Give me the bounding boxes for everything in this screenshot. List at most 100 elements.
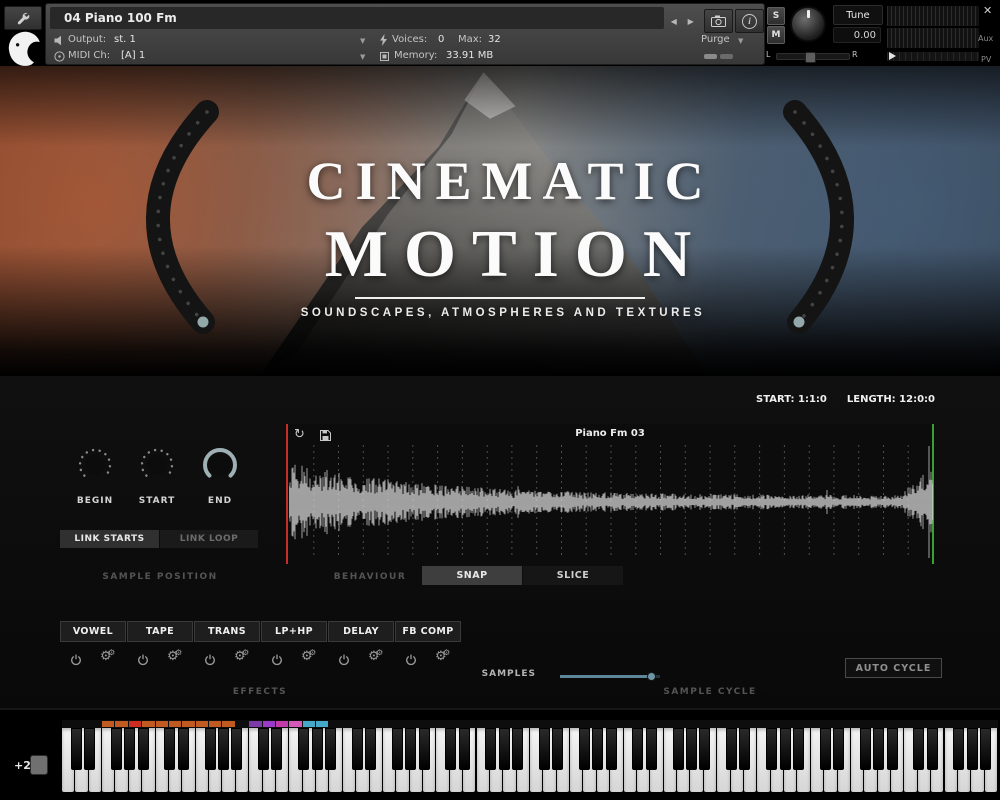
max-voices-value[interactable]: 32 [488,34,501,45]
piano-black-key[interactable] [111,728,122,770]
start-knob[interactable] [136,444,178,486]
piano-black-key[interactable] [459,728,470,770]
pan-slider-track[interactable] [886,51,980,62]
piano-black-key[interactable] [793,728,804,770]
piano-black-key[interactable] [405,728,416,770]
fx-settings-icon[interactable]: ⚙⚙ [368,650,380,663]
piano-black-key[interactable] [699,728,710,770]
fx-button-fbcomp[interactable]: FB COMP [395,621,461,642]
piano-black-key[interactable] [592,728,603,770]
waveform-display[interactable] [289,443,933,561]
prev-instrument-button[interactable]: ◀ [667,12,681,30]
piano-black-key[interactable] [887,728,898,770]
fx-settings-icon[interactable]: ⚙⚙ [234,650,246,663]
pan-slider-handle[interactable] [889,52,896,60]
waveform-panel[interactable]: ↻ Piano Fm 03 [285,424,935,564]
piano-keyboard[interactable] [62,720,998,792]
piano-black-key[interactable] [445,728,456,770]
piano-black-key[interactable] [579,728,590,770]
master-tune-knob[interactable] [790,6,826,42]
aux-toggle[interactable]: Aux [978,34,993,43]
width-slider-handle[interactable] [805,52,816,63]
slice-button[interactable]: SLICE [523,566,623,585]
piano-black-key[interactable] [325,728,336,770]
piano-black-key[interactable] [927,728,938,770]
piano-black-key[interactable] [485,728,496,770]
piano-black-key[interactable] [499,728,510,770]
piano-black-key[interactable] [646,728,657,770]
piano-black-key[interactable] [739,728,750,770]
piano-black-key[interactable] [686,728,697,770]
fx-settings-icon[interactable]: ⚙⚙ [100,650,112,663]
piano-black-key[interactable] [632,728,643,770]
auto-cycle-button[interactable]: AUTO CYCLE [845,658,942,678]
pv-toggle[interactable]: PV [981,55,991,64]
piano-black-key[interactable] [218,728,229,770]
midi-dropdown-icon[interactable]: ▼ [360,53,365,61]
snap-button[interactable]: SNAP [422,566,522,585]
piano-black-key[interactable] [780,728,791,770]
piano-black-key[interactable] [766,728,777,770]
piano-black-key[interactable] [953,728,964,770]
fx-button-tape[interactable]: TAPE [127,621,193,642]
begin-knob[interactable] [74,444,116,486]
keyboard-scroll-handle[interactable] [30,755,48,775]
samples-slider-handle[interactable] [647,672,656,681]
link-loop-button[interactable]: LINK LOOP [160,530,258,548]
end-knob[interactable] [197,442,243,488]
piano-black-key[interactable] [205,728,216,770]
piano-black-key[interactable] [419,728,430,770]
piano-black-key[interactable] [860,728,871,770]
output-dropdown-icon[interactable]: ▼ [360,37,365,45]
width-slider-track[interactable] [776,53,850,60]
solo-button[interactable]: S [767,7,785,25]
piano-black-key[interactable] [913,728,924,770]
snapshot-button[interactable] [704,9,733,33]
mute-button[interactable]: M [767,26,785,44]
fx-power-icon[interactable] [338,651,350,670]
piano-black-key[interactable] [392,728,403,770]
fx-settings-icon[interactable]: ⚙⚙ [167,650,179,663]
piano-black-key[interactable] [138,728,149,770]
piano-black-key[interactable] [606,728,617,770]
purge-dropdown-icon[interactable]: ▼ [738,37,743,45]
piano-black-key[interactable] [298,728,309,770]
piano-black-key[interactable] [873,728,884,770]
tune-value-box[interactable]: 0.00 [833,27,881,43]
output-value[interactable]: st. 1 [114,34,136,45]
waveform-start-marker[interactable] [286,424,288,564]
purge-label[interactable]: Purge [701,34,730,45]
piano-black-key[interactable] [231,728,242,770]
next-instrument-button[interactable]: ▶ [684,12,698,30]
piano-black-key[interactable] [84,728,95,770]
piano-black-key[interactable] [539,728,550,770]
piano-black-key[interactable] [552,728,563,770]
piano-black-key[interactable] [164,728,175,770]
instrument-title-bar[interactable]: 04 Piano 100 Fm [50,7,664,29]
piano-black-key[interactable] [980,728,991,770]
fx-button-lphp[interactable]: LP+HP [261,621,327,642]
fx-button-delay[interactable]: DELAY [328,621,394,642]
piano-black-key[interactable] [178,728,189,770]
piano-black-key[interactable] [673,728,684,770]
piano-black-key[interactable] [512,728,523,770]
wrench-button[interactable] [4,6,42,30]
fx-power-icon[interactable] [271,651,283,670]
piano-black-key[interactable] [124,728,135,770]
piano-black-key[interactable] [71,728,82,770]
piano-black-key[interactable] [312,728,323,770]
link-starts-button[interactable]: LINK STARTS [60,530,159,548]
fx-power-icon[interactable] [137,651,149,670]
fx-settings-icon[interactable]: ⚙⚙ [301,650,313,663]
piano-black-key[interactable] [352,728,363,770]
piano-black-key[interactable] [365,728,376,770]
piano-black-key[interactable] [967,728,978,770]
fx-button-vowel[interactable]: VOWEL [60,621,126,642]
piano-black-key[interactable] [833,728,844,770]
close-button[interactable]: ✕ [983,4,992,17]
samples-slider[interactable] [560,672,660,681]
info-button[interactable]: i [735,9,764,33]
piano-black-key[interactable] [726,728,737,770]
fx-power-icon[interactable] [70,651,82,670]
piano-black-key[interactable] [258,728,269,770]
